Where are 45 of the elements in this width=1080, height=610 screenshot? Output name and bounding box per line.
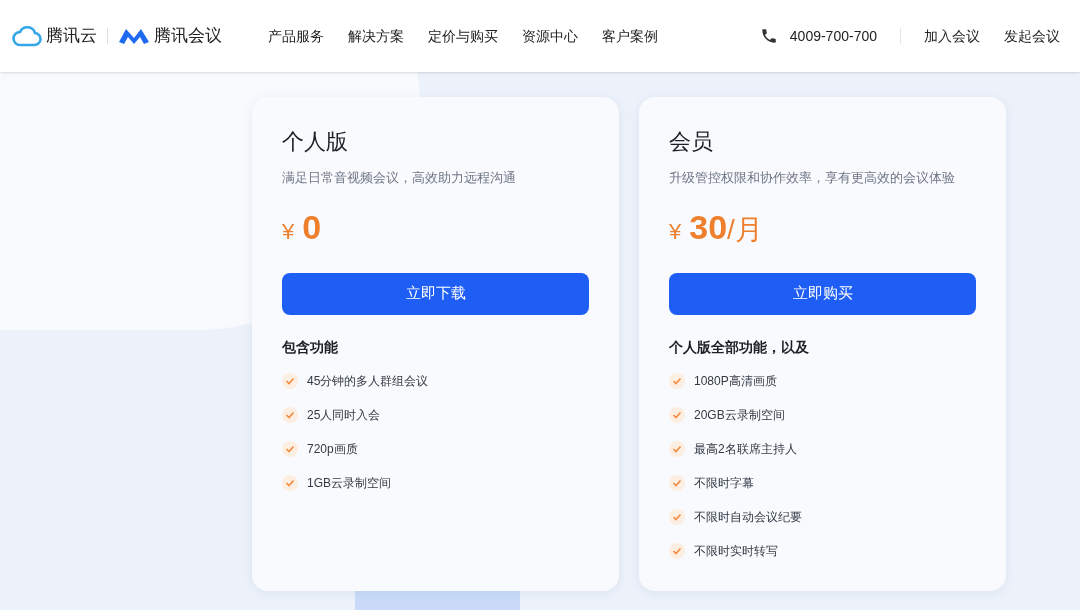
feature-text: 不限时字幕 <box>694 474 754 492</box>
check-icon <box>669 508 685 525</box>
feature-text: 不限时自动会议纪要 <box>694 508 802 526</box>
check-icon <box>282 474 298 491</box>
price-unit: /月 <box>727 212 763 247</box>
plan-description: 升级管控权限和协作效率，享有更高效的会议体验 <box>669 169 956 187</box>
nav-link[interactable]: 客户案例 <box>602 25 658 47</box>
feature-text: 最高2名联席主持人 <box>694 440 797 458</box>
nav-link[interactable]: 定价与购买 <box>428 25 498 47</box>
nav-link[interactable]: 解决方案 <box>348 25 404 47</box>
nav-link[interactable]: 产品服务 <box>268 25 324 47</box>
check-icon <box>669 440 685 457</box>
feature-text: 1080P高清画质 <box>694 372 777 390</box>
feature-text: 45分钟的多人群组会议 <box>307 372 429 390</box>
price: 0 <box>302 206 322 248</box>
plan-action-button[interactable]: 立即下载 <box>282 272 589 315</box>
plan-title: 会员 <box>669 128 714 156</box>
cloud-logo-icon <box>12 25 42 47</box>
price: 30 <box>689 206 728 248</box>
currency-symbol: ¥ <box>669 217 682 246</box>
features-heading: 包含功能 <box>282 337 339 357</box>
check-icon <box>282 440 298 457</box>
product-name: 腾讯会议 <box>154 25 222 48</box>
feature-text: 20GB云录制空间 <box>694 406 785 424</box>
check-icon <box>282 406 298 423</box>
features-heading: 个人版全部功能，以及 <box>669 337 810 357</box>
plan-title: 个人版 <box>282 128 349 156</box>
feature-text: 1GB云录制空间 <box>307 474 391 492</box>
brand-name: 腾讯云 <box>46 25 97 48</box>
feature-text: 25人同时入会 <box>307 406 381 424</box>
header-link[interactable]: 发起会议 <box>1004 25 1060 47</box>
check-icon <box>669 542 685 559</box>
check-icon <box>282 372 298 389</box>
plan-description: 满足日常音视频会议，高效助力远程沟通 <box>282 169 517 187</box>
nav-link[interactable]: 资源中心 <box>522 25 578 47</box>
check-icon <box>669 406 685 423</box>
plan-action-button[interactable]: 立即购买 <box>669 272 976 315</box>
phone-number: 4009-700-700 <box>789 26 877 46</box>
header-link[interactable]: 加入会议 <box>924 25 980 47</box>
feature-text: 不限时实时转写 <box>694 542 778 560</box>
check-icon <box>669 474 685 491</box>
phone-icon <box>759 27 778 45</box>
currency-symbol: ¥ <box>282 217 295 246</box>
check-icon <box>669 372 685 389</box>
feature-text: 720p画质 <box>307 440 358 458</box>
